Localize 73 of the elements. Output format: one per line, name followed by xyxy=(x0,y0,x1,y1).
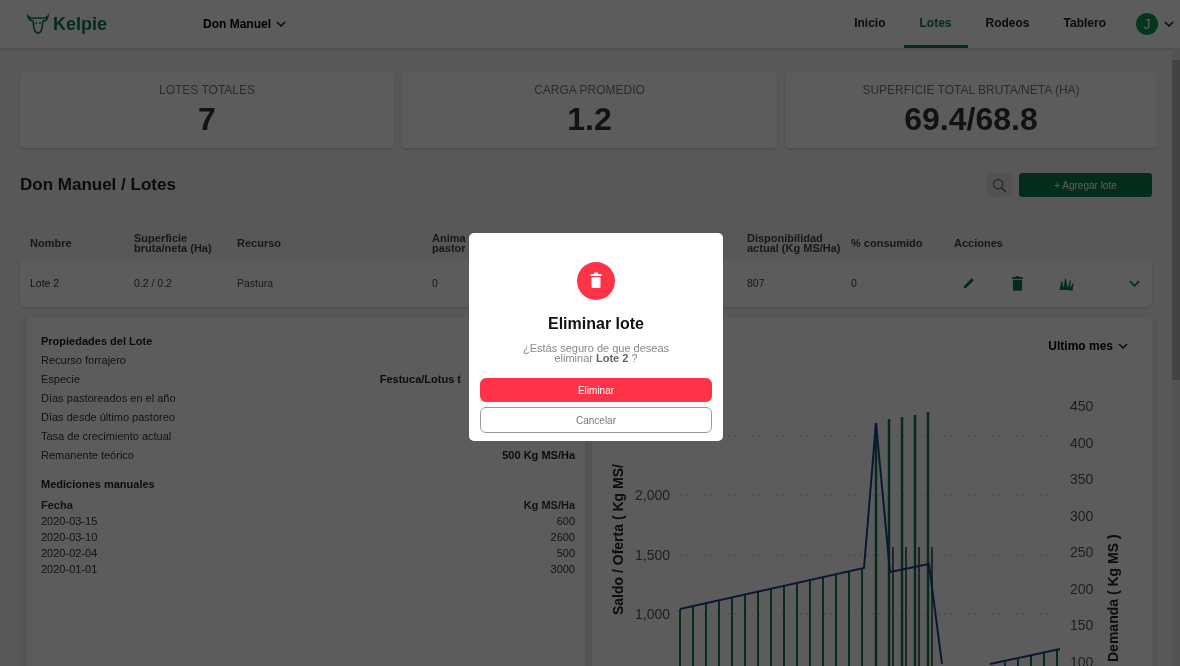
trash-icon xyxy=(577,262,615,300)
column-header: % consumido xyxy=(851,238,924,248)
axis-title: Saldo / Oferta ( Kg MS/ xyxy=(610,464,626,615)
column-header: Superficie bruta/neta (Ha) xyxy=(134,233,213,253)
table-cell-text: 807 xyxy=(747,277,766,289)
axis-tick-label: 1,000 xyxy=(634,606,670,622)
axis-tick-label: 250 xyxy=(1070,544,1094,560)
nav-tab[interactable]: Inicio xyxy=(838,0,902,48)
stat-value: 7 xyxy=(198,101,216,138)
property-value: 500 Kg MS/Ha xyxy=(502,449,575,463)
axis-tick-label: 400 xyxy=(1070,434,1094,451)
dialog-title: Eliminar lote xyxy=(548,315,644,333)
period-dropdown[interactable]: Ultimo mes xyxy=(1048,339,1128,353)
table-cell-text: 2600 xyxy=(550,531,575,545)
nav-tab[interactable]: Rodeos xyxy=(969,0,1046,48)
farm-selector[interactable]: Don Manuel xyxy=(203,17,286,31)
axis-tick-label: 2,000 xyxy=(634,487,670,503)
table-cell-text: 0 xyxy=(432,277,439,289)
axis-tick-label: 300 xyxy=(1070,507,1094,524)
property-label: Especie xyxy=(41,373,81,387)
chevron-down-icon[interactable] xyxy=(1164,21,1174,27)
axis-tick-label: 1,500 xyxy=(634,547,670,563)
table-cell-text: 0.2 / 0.2 xyxy=(134,277,173,289)
column-header: Kg MS/Ha xyxy=(523,499,575,513)
chevron-down-icon xyxy=(1118,343,1128,349)
axis-tick-label: 200 xyxy=(1070,580,1094,597)
property-label: Remanente teórico xyxy=(41,449,134,463)
axis-title: Demanda ( Kg MS ) xyxy=(1105,534,1121,662)
confirm-delete-button[interactable]: Eliminar xyxy=(480,378,712,402)
nav-tab[interactable]: Tablero xyxy=(1047,0,1122,48)
property-label: Tasa de crecimiento actual xyxy=(41,430,172,444)
column-header: Nombre xyxy=(30,238,73,248)
cow-head-icon xyxy=(26,13,50,35)
column-header: Anima pastor xyxy=(432,233,467,253)
stat-value: 1.2 xyxy=(567,101,612,138)
table-cell-text: 2020-02-04 xyxy=(41,547,98,561)
page-title: Don Manuel / Lotes xyxy=(20,175,177,195)
property-label: Recurso forrajero xyxy=(41,354,126,368)
chevron-down-icon xyxy=(276,21,286,27)
table-cell-text: 2020-03-15 xyxy=(41,515,98,529)
chevron-down-icon[interactable] xyxy=(1129,279,1140,287)
axis-tick-label: 450 xyxy=(1070,398,1094,414)
axis-tick-label: 350 xyxy=(1070,471,1094,487)
section-title: Mediciones manuales xyxy=(41,478,156,490)
user-avatar[interactable]: J xyxy=(1136,13,1158,35)
column-header: Disponibilidad actual (Kg MS/Ha) xyxy=(747,233,842,253)
property-label: Días desde último pastoreo xyxy=(41,411,175,425)
table-cell-text: 2020-01-01 xyxy=(41,563,98,577)
axis-tick-label: 100 xyxy=(1070,653,1094,666)
property-label: Días pastoreados en el año xyxy=(41,392,176,406)
dialog-message: ¿Estás seguro de que deseas eliminar Lote 2 ? xyxy=(521,343,671,363)
stat-value: 69.4/68.8 xyxy=(904,101,1038,138)
kelpie-logo[interactable]: Kelpie xyxy=(53,13,108,35)
cancel-button[interactable]: Cancelar xyxy=(480,407,712,433)
scrollbar[interactable] xyxy=(1172,48,1180,666)
table-cell-text: Lote 2 xyxy=(30,277,61,289)
table-cell-text: 3000 xyxy=(550,563,575,577)
axis-tick-label: 150 xyxy=(1070,617,1094,633)
column-header: Acciones xyxy=(954,238,1003,248)
search-button[interactable] xyxy=(987,173,1012,197)
add-lot-button[interactable]: + Agregar lote xyxy=(1019,173,1152,197)
section-title: Propiedades del Lote xyxy=(41,335,154,347)
trash-icon[interactable] xyxy=(1012,275,1023,291)
table-cell-text: 0 xyxy=(851,277,858,289)
nav-tab[interactable]: Lotes xyxy=(903,0,968,48)
table-cell-text: 2020-03-10 xyxy=(41,531,98,545)
table-cell-text: Pastura xyxy=(237,277,275,289)
pencil-icon[interactable] xyxy=(962,276,976,290)
property-value: Festuca/Lotus t xyxy=(379,373,461,387)
table-cell-text: 500 xyxy=(556,547,575,561)
column-header: Recurso xyxy=(237,238,283,248)
column-header: Fecha xyxy=(41,499,73,513)
table-cell-text: 600 xyxy=(556,515,575,529)
